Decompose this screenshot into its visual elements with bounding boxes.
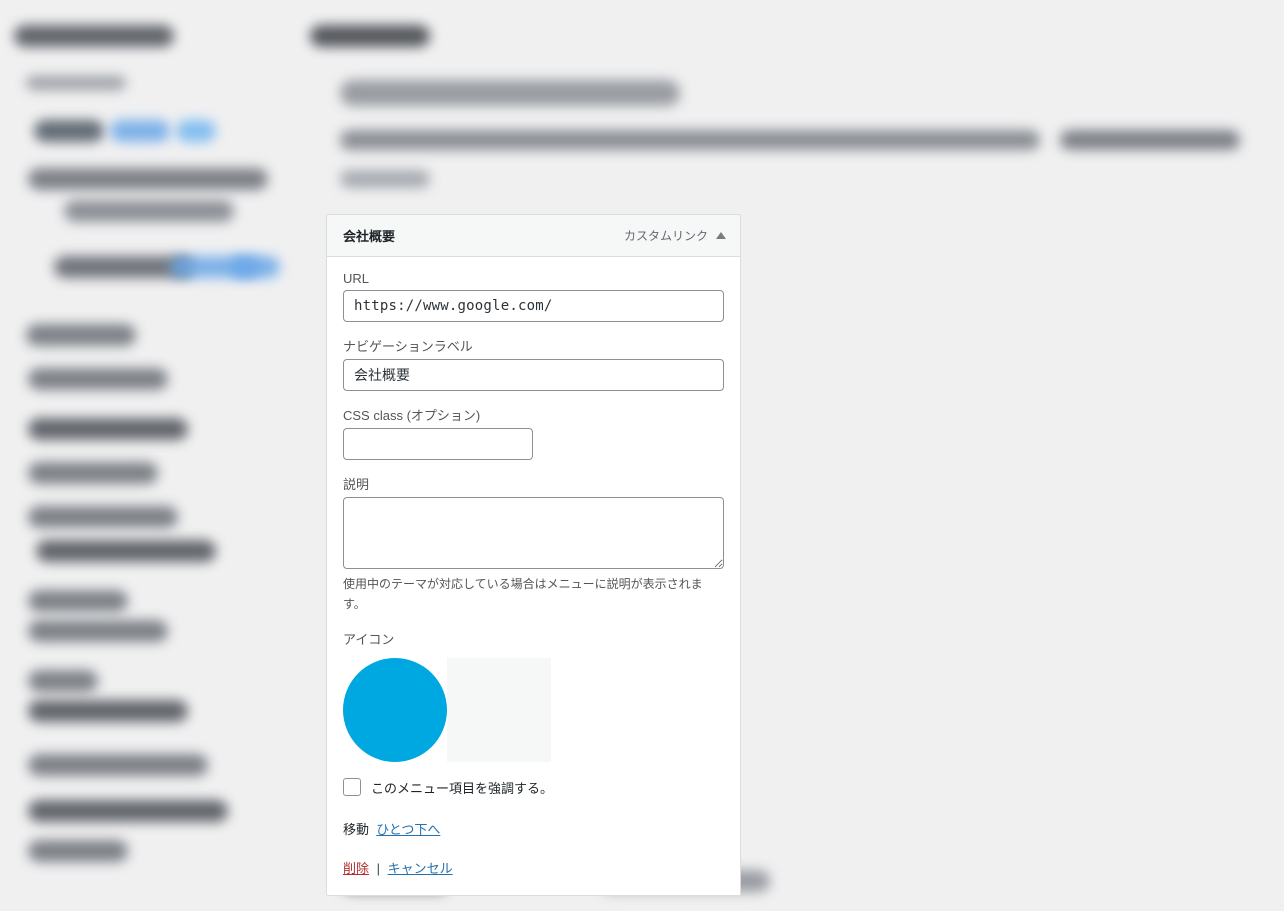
actions-line: 削除 | キャンセル (343, 858, 724, 877)
icon-row (343, 658, 724, 762)
emphasize-label: このメニュー項目を強調する。 (371, 778, 553, 797)
nav-label-label: ナビゲーションラベル (343, 336, 724, 355)
description-hint: 使用中のテーマが対応している場合はメニューに説明が表示されます。 (343, 574, 724, 615)
description-textarea[interactable] (343, 497, 724, 569)
delete-link[interactable]: 削除 (343, 861, 369, 876)
url-label: URL (343, 271, 724, 286)
move-down-link[interactable]: ひとつ下へ (376, 822, 440, 837)
menu-item-panel: 会社概要 カスタムリンク URL ナビゲーションラベル CSS class (オ… (326, 214, 741, 896)
description-label: 説明 (343, 474, 724, 493)
menu-item-body: URL ナビゲーションラベル CSS class (オプション) 説明 使用中の… (327, 257, 740, 895)
menu-item-header[interactable]: 会社概要 カスタムリンク (327, 215, 740, 257)
nav-label-input[interactable] (343, 359, 724, 391)
icon-label: アイコン (343, 629, 724, 648)
emphasize-row: このメニュー項目を強調する。 (343, 778, 724, 797)
url-input[interactable] (343, 290, 724, 322)
icon-preview-box (447, 658, 551, 762)
menu-item-title: 会社概要 (343, 226, 395, 245)
emphasize-checkbox[interactable] (343, 778, 361, 796)
css-class-label: CSS class (オプション) (343, 405, 724, 424)
cancel-link[interactable]: キャンセル (388, 861, 453, 876)
css-class-input[interactable] (343, 428, 533, 460)
move-prefix: 移動 (343, 822, 369, 837)
page: 会社概要 カスタムリンク URL ナビゲーションラベル CSS class (オ… (0, 0, 1284, 911)
actions-separator: | (377, 861, 380, 876)
move-line: 移動 ひとつ下へ (343, 819, 724, 838)
icon-preview-circle[interactable] (343, 658, 447, 762)
menu-item-type: カスタムリンク (624, 227, 726, 244)
menu-item-type-label: カスタムリンク (624, 227, 708, 244)
collapse-caret-icon[interactable] (716, 232, 726, 239)
